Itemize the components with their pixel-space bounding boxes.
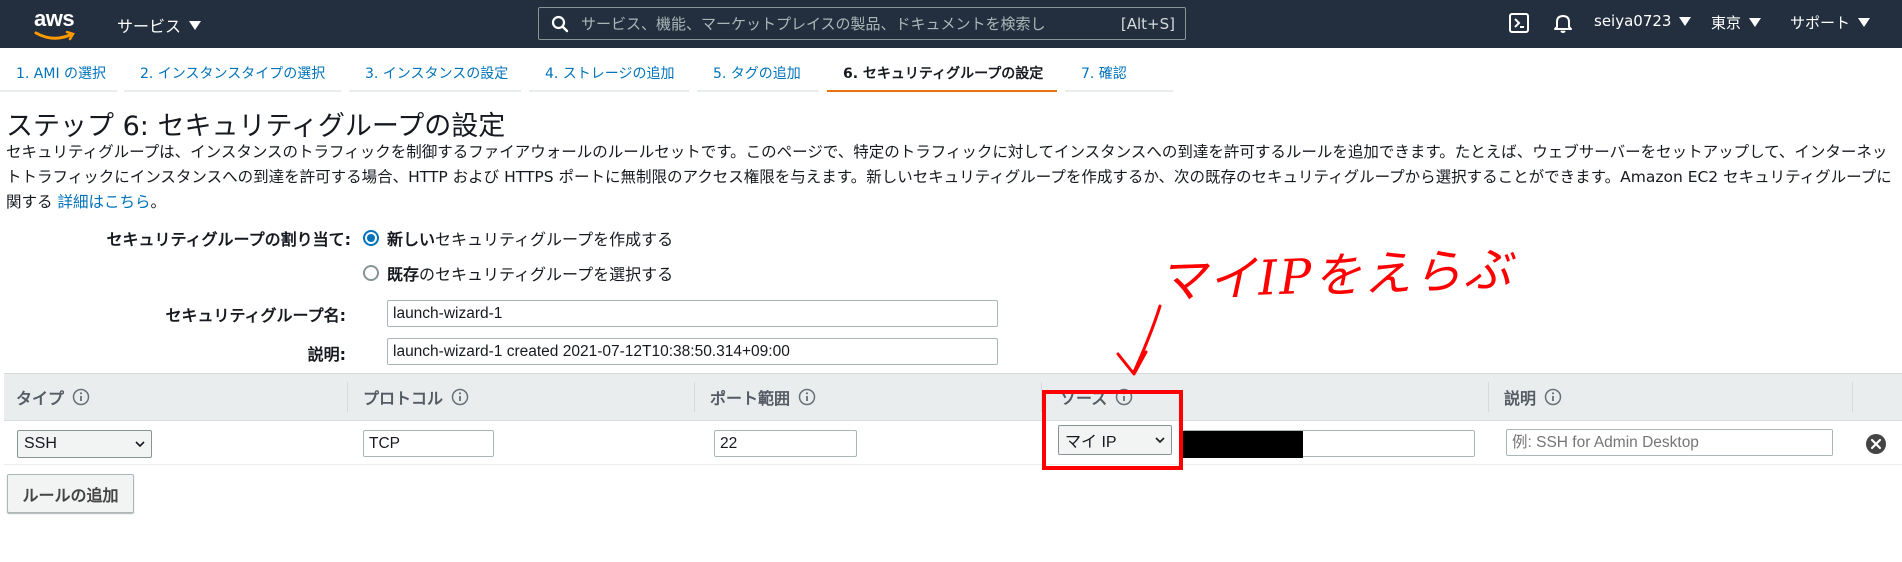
search-shortcut: [Alt+S]	[1120, 14, 1175, 33]
header-description: 説明	[1492, 374, 1562, 420]
aws-logo-text: aws	[34, 6, 75, 31]
caret-down-icon	[189, 20, 202, 30]
tab-step-2[interactable]: 2. インスタンスタイプの選択	[124, 56, 341, 92]
radio-existing-sg[interactable]: 既存のセキュリティグループを選択する	[363, 261, 673, 285]
handwritten-arrow-icon	[1116, 304, 1162, 376]
header-protocol: プロトコル	[351, 374, 469, 420]
caret-down-icon	[1858, 18, 1871, 27]
column-divider	[694, 382, 695, 412]
header-type: タイプ	[4, 374, 90, 420]
learn-more-link[interactable]: 詳細はこちら	[57, 193, 150, 211]
rule-description-input[interactable]	[1506, 429, 1833, 456]
info-icon[interactable]	[72, 388, 90, 406]
radio-button-selected[interactable]	[363, 230, 379, 246]
bell-icon[interactable]	[1552, 12, 1574, 34]
tab-step-5[interactable]: 5. タグの追加	[697, 56, 819, 92]
account-username: seiya0723	[1594, 12, 1672, 30]
chevron-down-icon	[135, 440, 145, 447]
radio-new-label-bold: 新しい	[387, 230, 436, 249]
caret-down-icon	[1679, 16, 1692, 26]
header-protocol-label: プロトコル	[363, 389, 444, 408]
tab-step-4[interactable]: 4. ストレージの追加	[529, 56, 689, 92]
type-select[interactable]: SSH	[17, 430, 152, 458]
redacted-ip-block	[1183, 431, 1303, 458]
radio-existing-label-bold: 既存	[387, 265, 420, 284]
search-bar[interactable]: [Alt+S]	[538, 7, 1186, 40]
radio-new-label: 新しいセキュリティグループを作成する	[387, 226, 673, 250]
radio-existing-label-rest: のセキュリティグループを選択する	[419, 265, 674, 284]
aws-smile-icon	[34, 30, 75, 41]
tab-step-3[interactable]: 3. インスタンスの設定	[349, 56, 521, 92]
sg-description-input[interactable]	[387, 338, 998, 365]
account-menu[interactable]: seiya0723	[1594, 12, 1692, 30]
assign-sg-label: セキュリティグループの割り当て:	[106, 230, 351, 249]
info-icon[interactable]	[451, 388, 469, 406]
tab-step-6[interactable]: 6. セキュリティグループの設定	[827, 56, 1057, 92]
handwritten-annotation-text: マイIPをえらぶ	[1157, 241, 1515, 311]
rules-table-header: タイプ プロトコル ポート範囲 ソース 説明	[4, 373, 1902, 421]
tab-step-1[interactable]: 1. AMI の選択	[0, 56, 117, 92]
column-divider	[1488, 382, 1489, 412]
add-rule-button[interactable]: ルールの追加	[7, 474, 134, 513]
top-navigation-bar: aws サービス [Alt+S] seiya0723 東京 サポート	[0, 0, 1902, 48]
info-icon[interactable]	[1544, 388, 1562, 406]
region-menu[interactable]: 東京	[1711, 12, 1762, 33]
header-description-label: 説明	[1504, 389, 1537, 408]
table-row: SSH マイ IP	[4, 421, 1902, 465]
header-port-range: ポート範囲	[698, 374, 816, 420]
description-end: 。	[150, 193, 166, 211]
sg-name-input[interactable]	[387, 300, 998, 327]
region-label: 東京	[1711, 14, 1742, 32]
tab-step-7[interactable]: 7. 確認	[1065, 56, 1173, 92]
info-icon[interactable]	[798, 388, 816, 406]
search-icon	[551, 15, 569, 32]
description-text: セキュリティグループは、インスタンスのトラフィックを制御するファイアウォールのル…	[6, 143, 1892, 211]
services-label: サービス	[117, 17, 182, 36]
port-range-input[interactable]	[714, 430, 857, 457]
highlight-box	[1042, 390, 1183, 470]
handwritten-annotation: マイIPをえらぶ	[1157, 236, 1514, 336]
radio-new-sg[interactable]: 新しいセキュリティグループを作成する	[363, 226, 673, 250]
protocol-input[interactable]	[363, 430, 494, 457]
column-divider	[347, 382, 348, 412]
search-input[interactable]	[581, 14, 1121, 33]
sg-description-label: 説明:	[307, 345, 346, 364]
radio-existing-label: 既存のセキュリティグループを選択する	[387, 261, 673, 285]
aws-logo[interactable]: aws	[34, 6, 78, 42]
sg-name-label: セキュリティグループ名:	[165, 306, 346, 325]
header-type-label: タイプ	[16, 389, 65, 408]
caret-down-icon	[1749, 18, 1762, 27]
remove-rule-icon[interactable]	[1865, 433, 1887, 455]
type-select-value: SSH	[24, 435, 57, 452]
column-divider	[1852, 382, 1853, 412]
page-title: ステップ 6: セキュリティグループの設定	[6, 111, 506, 142]
support-label: サポート	[1790, 14, 1851, 32]
support-menu[interactable]: サポート	[1790, 12, 1871, 33]
radio-new-label-rest: セキュリティグループを作成する	[435, 230, 674, 249]
header-port-label: ポート範囲	[710, 389, 791, 408]
page-description: セキュリティグループは、インスタンスのトラフィックを制御するファイアウォールのル…	[6, 140, 1896, 215]
services-menu[interactable]: サービス	[117, 13, 202, 37]
radio-button[interactable]	[363, 265, 379, 281]
cloudshell-icon[interactable]	[1508, 12, 1530, 34]
